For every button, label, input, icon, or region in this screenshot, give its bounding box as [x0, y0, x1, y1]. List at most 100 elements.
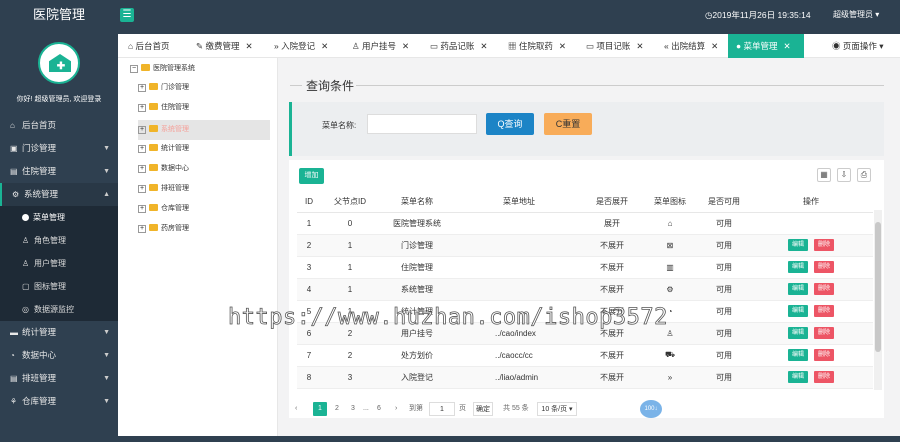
- sidebar-item-schedule[interactable]: ▤ 排班管理 ▼: [0, 367, 118, 390]
- table-row[interactable]: 2 1 门诊管理 不展开 ⊠ 可用 编辑 删除: [297, 234, 873, 257]
- column-header[interactable]: 是否展开: [583, 192, 641, 213]
- sidebar-item-label: 系统管理: [24, 189, 59, 199]
- sidebar-item-menu-manage[interactable]: 菜单管理: [0, 206, 118, 229]
- floating-button[interactable]: 100↓: [640, 400, 662, 418]
- sidebar-item-stats[interactable]: ▬ 统计管理 ▼: [0, 321, 118, 344]
- menu-toggle-icon[interactable]: ☰: [120, 8, 134, 22]
- table-row[interactable]: 7 2 处方划价 ../caocc/cc 不展开 ⛟ 可用 编辑 删除: [297, 344, 873, 367]
- sidebar-item-user-manage[interactable]: ♙ 用户管理: [0, 252, 118, 275]
- collapse-icon[interactable]: −: [130, 65, 138, 73]
- column-header[interactable]: 是否可用: [699, 192, 749, 213]
- expand-icon[interactable]: +: [138, 185, 146, 193]
- page-2[interactable]: 2: [335, 402, 339, 416]
- page-3[interactable]: 3: [351, 402, 355, 416]
- edit-button[interactable]: 编辑: [788, 305, 808, 317]
- tab-registration[interactable]: ♙ 用户挂号 ✕: [344, 34, 422, 58]
- tab-drug-billing[interactable]: ▭ 药品记账 ✕: [422, 34, 500, 58]
- sidebar-item-outpatient[interactable]: ▣ 门诊管理 ▼: [0, 137, 118, 160]
- user-menu[interactable]: 超级管理员 ▾: [833, 0, 879, 30]
- table-row[interactable]: 4 1 系统管理 不展开 ⚙ 可用 编辑 删除: [297, 278, 873, 301]
- sidebar-item-inpatient[interactable]: ▤ 住院管理 ▼: [0, 160, 118, 183]
- scrollbar-thumb[interactable]: [875, 222, 881, 352]
- sidebar-item-datacenter[interactable]: ◔ 数据中心 ▼: [0, 344, 118, 367]
- sidebar-item-system[interactable]: ⚙ 系统管理 ▲: [0, 183, 118, 206]
- tree-node[interactable]: + 统计管理: [138, 142, 189, 156]
- close-icon[interactable]: ✕: [402, 41, 409, 51]
- tree-node-selected[interactable]: + 系统管理: [138, 120, 270, 140]
- delete-button[interactable]: 删除: [814, 239, 834, 251]
- table-row[interactable]: 1 0 医院管理系统 展开 ⌂ 可用: [297, 212, 873, 235]
- edit-button[interactable]: 编辑: [788, 349, 808, 361]
- close-icon[interactable]: ✕: [321, 41, 328, 51]
- tree-node[interactable]: + 住院管理: [138, 101, 189, 115]
- tree-node[interactable]: + 药房管理: [138, 222, 189, 236]
- expand-icon[interactable]: +: [138, 205, 146, 213]
- print-icon[interactable]: ⎙: [857, 168, 871, 182]
- edit-button[interactable]: 编辑: [788, 283, 808, 295]
- goto-page-input[interactable]: 1: [429, 402, 455, 416]
- delete-button[interactable]: 删除: [814, 261, 834, 273]
- delete-button[interactable]: 删除: [814, 283, 834, 295]
- delete-button[interactable]: 删除: [814, 371, 834, 383]
- close-icon[interactable]: ✕: [246, 41, 253, 51]
- close-icon[interactable]: ✕: [784, 41, 791, 51]
- sidebar-item-warehouse[interactable]: ⚘ 仓库管理 ▼: [0, 390, 118, 413]
- delete-button[interactable]: 删除: [814, 327, 834, 339]
- edit-button[interactable]: 编辑: [788, 371, 808, 383]
- export-icon[interactable]: ⇩: [837, 168, 851, 182]
- page-6[interactable]: 6: [377, 402, 381, 416]
- delete-button[interactable]: 删除: [814, 349, 834, 361]
- tab-drug-pickup[interactable]: ▦ 住院取药 ✕: [500, 34, 578, 58]
- expand-icon[interactable]: +: [138, 225, 146, 233]
- tab-menu-manage[interactable]: ● 菜单管理 ✕: [728, 34, 804, 58]
- tab-payment[interactable]: ✎ 缴费管理 ✕: [188, 34, 266, 58]
- table-row[interactable]: 3 1 住院管理 不展开 ▥ 可用 编辑 删除: [297, 256, 873, 279]
- edit-button[interactable]: 编辑: [788, 327, 808, 339]
- tree-node[interactable]: + 排班管理: [138, 182, 189, 196]
- expand-icon[interactable]: +: [138, 84, 146, 92]
- tab-item-billing[interactable]: ▭ 项目记账 ✕: [578, 34, 656, 58]
- page-size-select[interactable]: 10 条/页 ▾: [537, 402, 577, 416]
- expand-icon[interactable]: +: [138, 165, 146, 173]
- reset-button[interactable]: C重置: [544, 113, 592, 135]
- column-header[interactable]: 菜单名称: [379, 192, 455, 213]
- cell-menu-url: [455, 234, 583, 257]
- edit-button[interactable]: 编辑: [788, 239, 808, 251]
- tab-admission[interactable]: » 入院登记 ✕: [266, 34, 344, 58]
- tree-node[interactable]: + 仓库管理: [138, 202, 189, 216]
- sidebar-item-role-manage[interactable]: ♙ 角色管理: [0, 229, 118, 252]
- tree-root[interactable]: − 医院管理系统: [130, 62, 195, 76]
- sidebar-item-datasource[interactable]: ◎ 数据源监控: [0, 298, 118, 321]
- page-1[interactable]: 1: [313, 402, 327, 416]
- tree-node[interactable]: + 数据中心: [138, 162, 189, 176]
- goto-confirm-button[interactable]: 确定: [473, 402, 493, 416]
- column-header[interactable]: 父节点ID: [321, 192, 379, 213]
- column-header[interactable]: 菜单地址: [455, 192, 583, 213]
- close-icon[interactable]: ✕: [711, 41, 718, 51]
- tab-discharge[interactable]: « 出院结算 ✕: [656, 34, 728, 58]
- tree-node[interactable]: + 门诊管理: [138, 81, 189, 95]
- search-button[interactable]: Q查询: [486, 113, 534, 135]
- sidebar-item-icon-manage[interactable]: ▢ 图标管理: [0, 275, 118, 298]
- columns-icon[interactable]: ▦: [817, 168, 831, 182]
- expand-icon[interactable]: +: [138, 126, 146, 134]
- sidebar-item-home[interactable]: ⌂ 后台首页: [0, 114, 118, 137]
- next-page-icon[interactable]: ›: [395, 402, 397, 416]
- tab-home[interactable]: ⌂ 后台首页: [120, 34, 188, 58]
- add-button[interactable]: 增加: [299, 168, 324, 184]
- column-header[interactable]: ID: [297, 192, 321, 213]
- sidebar-item-label: 门诊管理: [22, 143, 57, 153]
- expand-icon[interactable]: +: [138, 145, 146, 153]
- menu-name-input[interactable]: [367, 114, 477, 134]
- edit-button[interactable]: 编辑: [788, 261, 808, 273]
- prev-page-icon[interactable]: ‹: [295, 402, 297, 416]
- close-icon[interactable]: ✕: [559, 41, 566, 51]
- table-row[interactable]: 8 3 入院登记 ../liao/admin 不展开» 可用 编辑 删除: [297, 366, 873, 389]
- page-actions-dropdown[interactable]: ◉ 页面操作 ▾: [824, 34, 900, 58]
- expand-icon[interactable]: +: [138, 104, 146, 112]
- close-icon[interactable]: ✕: [480, 41, 487, 51]
- close-icon[interactable]: ✕: [636, 41, 643, 51]
- table-scrollbar[interactable]: [874, 210, 882, 390]
- column-header[interactable]: 菜单图标: [641, 192, 699, 213]
- delete-button[interactable]: 删除: [814, 305, 834, 317]
